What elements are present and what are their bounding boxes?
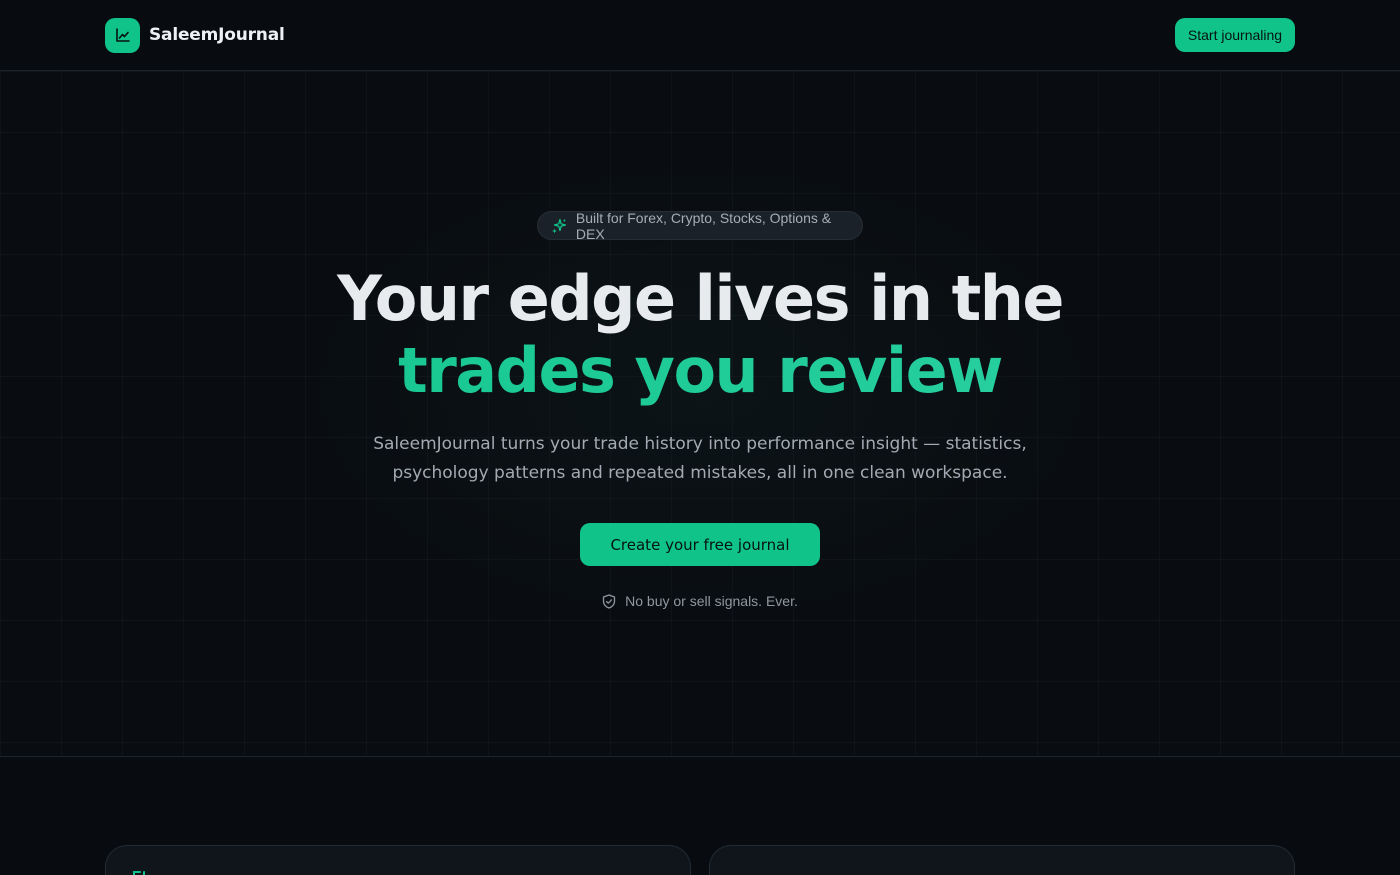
markets-badge: Built for Forex, Crypto, Stocks, Options… — [537, 209, 863, 242]
sparkles-icon — [551, 218, 567, 233]
headline-line-2: trades you review — [0, 335, 1400, 407]
disclaimer-text: No buy or sell signals. Ever. — [625, 593, 798, 609]
feature-icon — [133, 871, 145, 875]
site-header: SaleemJournal Start journaling — [0, 0, 1400, 71]
brand[interactable]: SaleemJournal — [105, 17, 285, 53]
create-journal-button[interactable]: Create your free journal — [580, 523, 820, 566]
hero-section: Built for Forex, Crypto, Stocks, Options… — [0, 71, 1400, 757]
brand-name: SaleemJournal — [149, 25, 285, 45]
hero-headline: Your edge lives in the trades you review — [0, 263, 1400, 407]
disclaimer: No buy or sell signals. Ever. — [0, 591, 1400, 611]
start-journaling-button[interactable]: Start journaling — [1175, 18, 1295, 52]
hero-subtext: SaleemJournal turns your trade history i… — [373, 434, 1027, 483]
chart-line-icon — [115, 28, 130, 42]
feature-card-right — [709, 845, 1295, 875]
shield-check-icon — [602, 593, 616, 609]
markets-badge-text: Built for Forex, Crypto, Stocks, Options… — [575, 209, 832, 242]
headline-line-1: Your edge lives in the — [337, 262, 1064, 335]
feature-card-left — [105, 845, 691, 875]
brand-logo — [105, 17, 140, 53]
